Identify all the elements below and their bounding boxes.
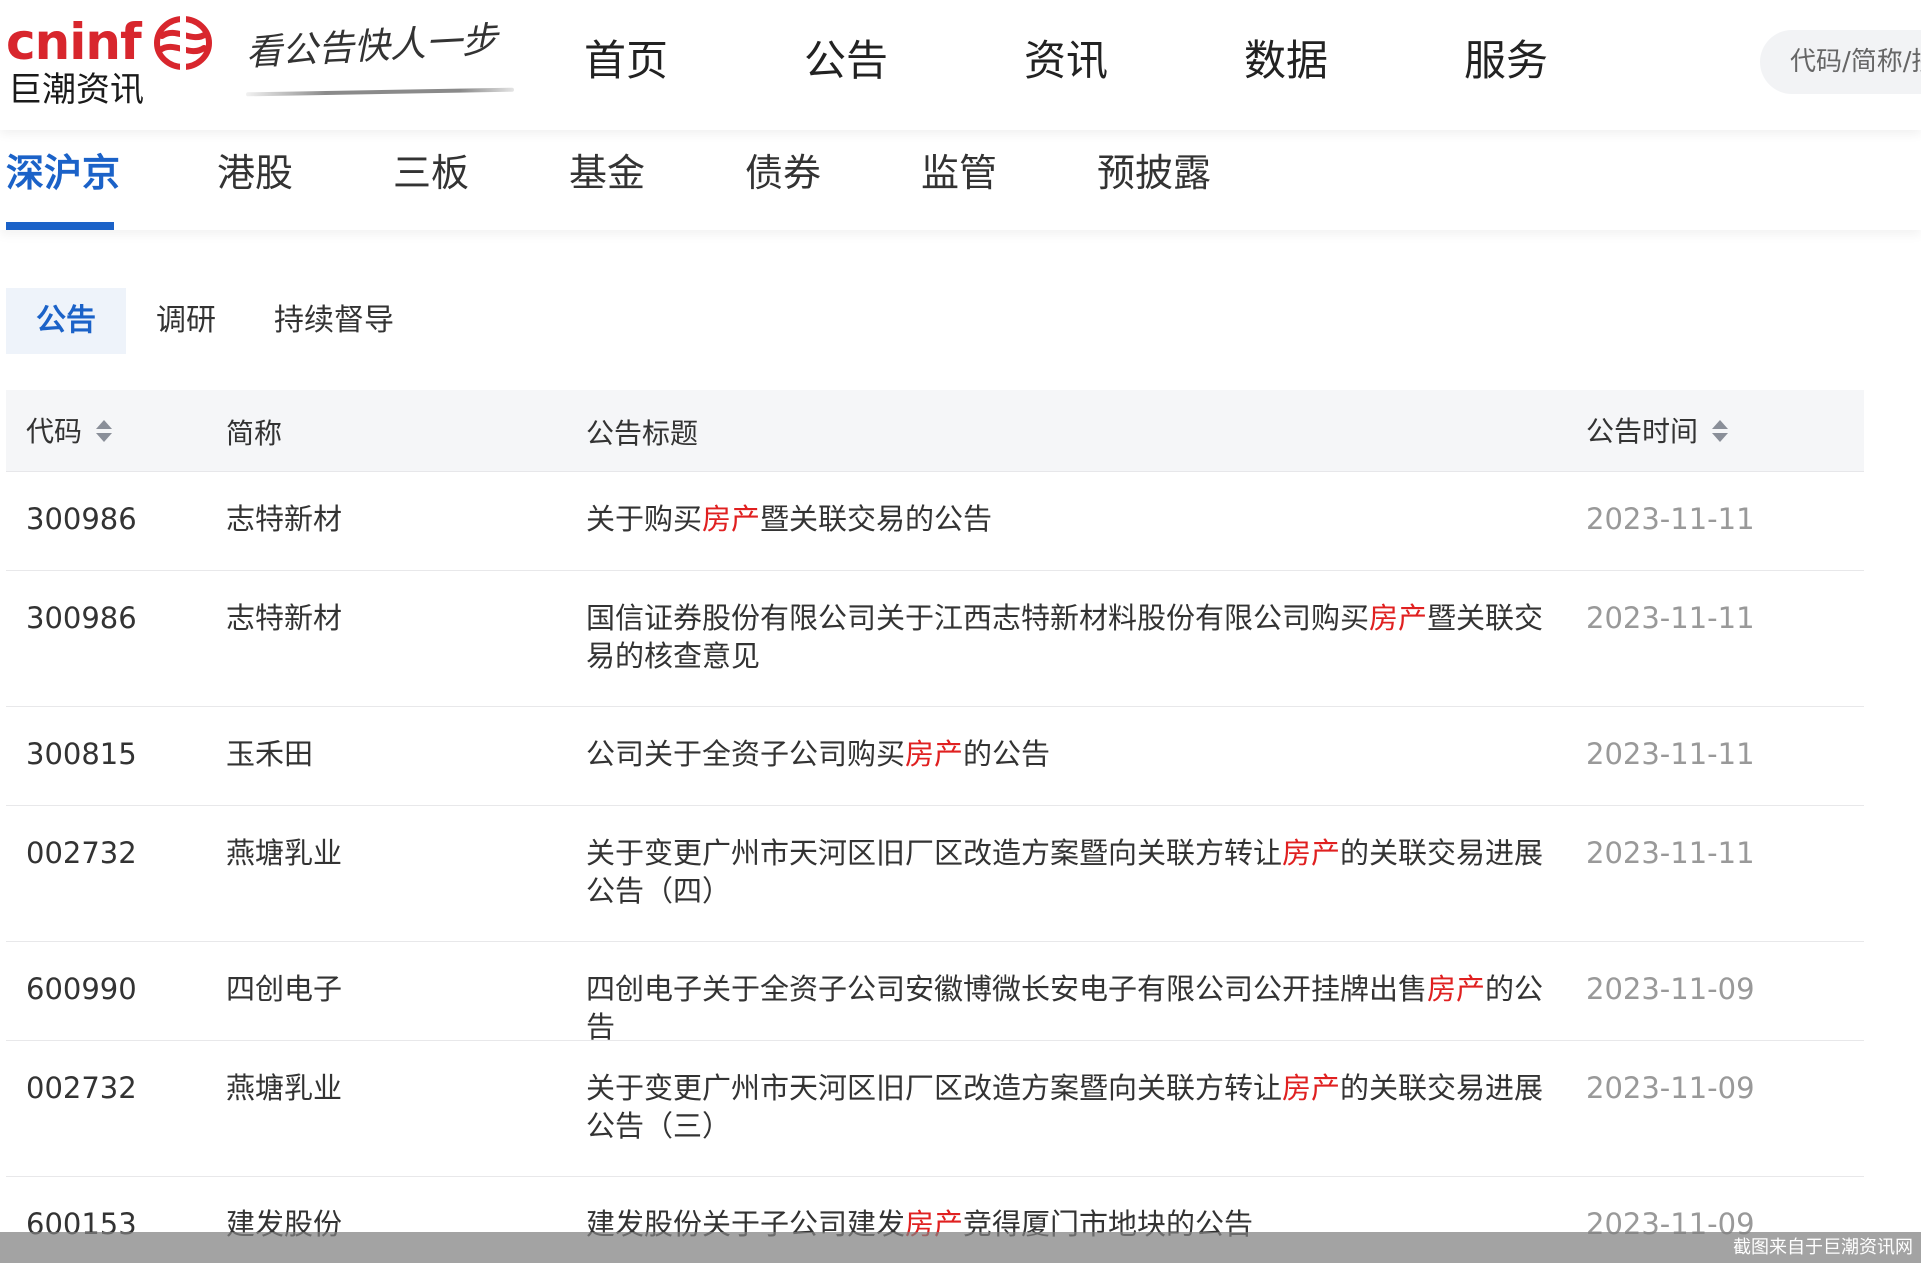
sub-tabs: 公告 调研 持续督导 (6, 288, 418, 354)
cell-time: 2023-11-11 (1586, 737, 1755, 771)
sort-icon[interactable] (94, 417, 114, 445)
tab-hk-stocks[interactable]: 港股 (217, 146, 293, 200)
logo-chinese-name: 巨潮资讯 (8, 70, 144, 110)
watermark-bar: 截图来自于巨潮资讯网 (0, 1232, 1921, 1263)
cell-time: 2023-11-11 (1586, 502, 1755, 536)
cell-name: 燕塘乳业 (226, 836, 343, 870)
keyword-highlight: 房产 (905, 737, 964, 771)
keyword-highlight: 房产 (1282, 1071, 1341, 1105)
cell-time: 2023-11-11 (1586, 601, 1755, 635)
table-row[interactable]: 300815 玉禾田 公司关于全资子公司购买房产的公告 2023-11-11 (6, 707, 1864, 806)
cell-name: 玉禾田 (226, 737, 314, 771)
cell-name: 志特新材 (226, 502, 343, 536)
announcement-title-link[interactable]: 四创电子关于全资子公司安徽博微长安电子有限公司公开挂牌出售房产的公告 (586, 970, 1546, 1046)
slogan: 看公告快人一步 (244, 19, 499, 74)
logo-swoosh-icon (154, 16, 212, 70)
announcement-title-link[interactable]: 国信证券股份有限公司关于江西志特新材料股份有限公司购买房产暨关联交易的核查意见 (586, 599, 1546, 675)
tab-bonds[interactable]: 债券 (745, 146, 821, 200)
cell-time: 2023-11-09 (1586, 1071, 1755, 1105)
header-time-label: 公告时间 (1586, 415, 1699, 448)
table-row[interactable]: 002732 燕塘乳业 关于变更广州市天河区旧厂区改造方案暨向关联方转让房产的关… (6, 1041, 1864, 1177)
announcement-title-link[interactable]: 关于购买房产暨关联交易的公告 (586, 500, 1546, 538)
table-row[interactable]: 300986 志特新材 关于购买房产暨关联交易的公告 2023-11-11 (6, 472, 1864, 571)
header-time: 公告时间 (1586, 414, 1730, 450)
cell-time: 2023-11-11 (1586, 836, 1755, 870)
announcements-table: 代码 简称 公告标题 公告时间 300986 志特新材 关于购买房产暨关联交易的… (6, 390, 1864, 1263)
subtab-announcements[interactable]: 公告 (6, 288, 126, 354)
main-nav: 首页 公告 资讯 数据 服务 (584, 28, 1684, 94)
cell-name: 志特新材 (226, 601, 343, 635)
cell-code: 300986 (26, 502, 137, 536)
active-tab-indicator (6, 222, 114, 230)
slogan-underline (245, 87, 515, 97)
keyword-highlight: 房产 (1369, 601, 1428, 635)
announcement-title-link[interactable]: 关于变更广州市天河区旧厂区改造方案暨向关联方转让房产的关联交易进展公告（四） (586, 834, 1546, 910)
cell-code: 300815 (26, 737, 137, 771)
top-header: cninf 巨潮资讯 看公告快人一步 首页 公告 资讯 数据 服务 代码/简称/… (0, 0, 1921, 130)
header-title: 公告标题 (586, 417, 699, 450)
cell-name: 四创电子 (226, 972, 343, 1006)
nav-data[interactable]: 数据 (1244, 28, 1464, 94)
nav-announcements[interactable]: 公告 (804, 28, 1024, 94)
subtab-continuous-supervision[interactable]: 持续督导 (244, 288, 418, 354)
nav-news[interactable]: 资讯 (1024, 28, 1244, 94)
cninfo-logo[interactable]: cninf 巨潮资讯 (6, 12, 212, 112)
cell-time: 2023-11-09 (1586, 972, 1755, 1006)
market-tabs: 深沪京 港股 三板 基金 债券 监管 预披露 (0, 130, 1921, 230)
cell-code: 600990 (26, 972, 137, 1006)
table-header: 代码 简称 公告标题 公告时间 (6, 390, 1864, 472)
header-code: 代码 (26, 414, 114, 450)
nav-home[interactable]: 首页 (584, 28, 804, 94)
table-row[interactable]: 300986 志特新材 国信证券股份有限公司关于江西志特新材料股份有限公司购买房… (6, 571, 1864, 707)
subtab-research[interactable]: 调研 (126, 288, 244, 354)
cell-code: 002732 (26, 836, 137, 870)
table-row[interactable]: 600990 四创电子 四创电子关于全资子公司安徽博微长安电子有限公司公开挂牌出… (6, 942, 1864, 1044)
table-row[interactable]: 002732 燕塘乳业 关于变更广州市天河区旧厂区改造方案暨向关联方转让房产的关… (6, 806, 1864, 942)
tab-third-board[interactable]: 三板 (393, 146, 469, 200)
tab-pre-disclosure[interactable]: 预披露 (1097, 146, 1211, 200)
cell-code: 002732 (26, 1071, 137, 1105)
logo-wordmark: cninf (6, 13, 142, 71)
header-code-label: 代码 (26, 415, 83, 448)
tab-funds[interactable]: 基金 (569, 146, 645, 200)
cell-code: 300986 (26, 601, 137, 635)
watermark-text: 截图来自于巨潮资讯网 (1733, 1237, 1913, 1258)
announcement-title-link[interactable]: 公司关于全资子公司购买房产的公告 (586, 735, 1546, 773)
keyword-highlight: 房产 (1427, 972, 1486, 1006)
announcement-title-link[interactable]: 关于变更广州市天河区旧厂区改造方案暨向关联方转让房产的关联交易进展公告（三） (586, 1069, 1546, 1145)
cell-name: 燕塘乳业 (226, 1071, 343, 1105)
tab-shenhujing[interactable]: 深沪京 (6, 146, 120, 200)
keyword-highlight: 房产 (702, 502, 761, 536)
keyword-highlight: 房产 (1282, 836, 1341, 870)
nav-services[interactable]: 服务 (1464, 28, 1684, 94)
sort-icon[interactable] (1710, 417, 1730, 445)
header-name: 简称 (226, 417, 283, 450)
search-input[interactable]: 代码/简称/拼 (1760, 30, 1921, 94)
tab-regulation[interactable]: 监管 (921, 146, 997, 200)
